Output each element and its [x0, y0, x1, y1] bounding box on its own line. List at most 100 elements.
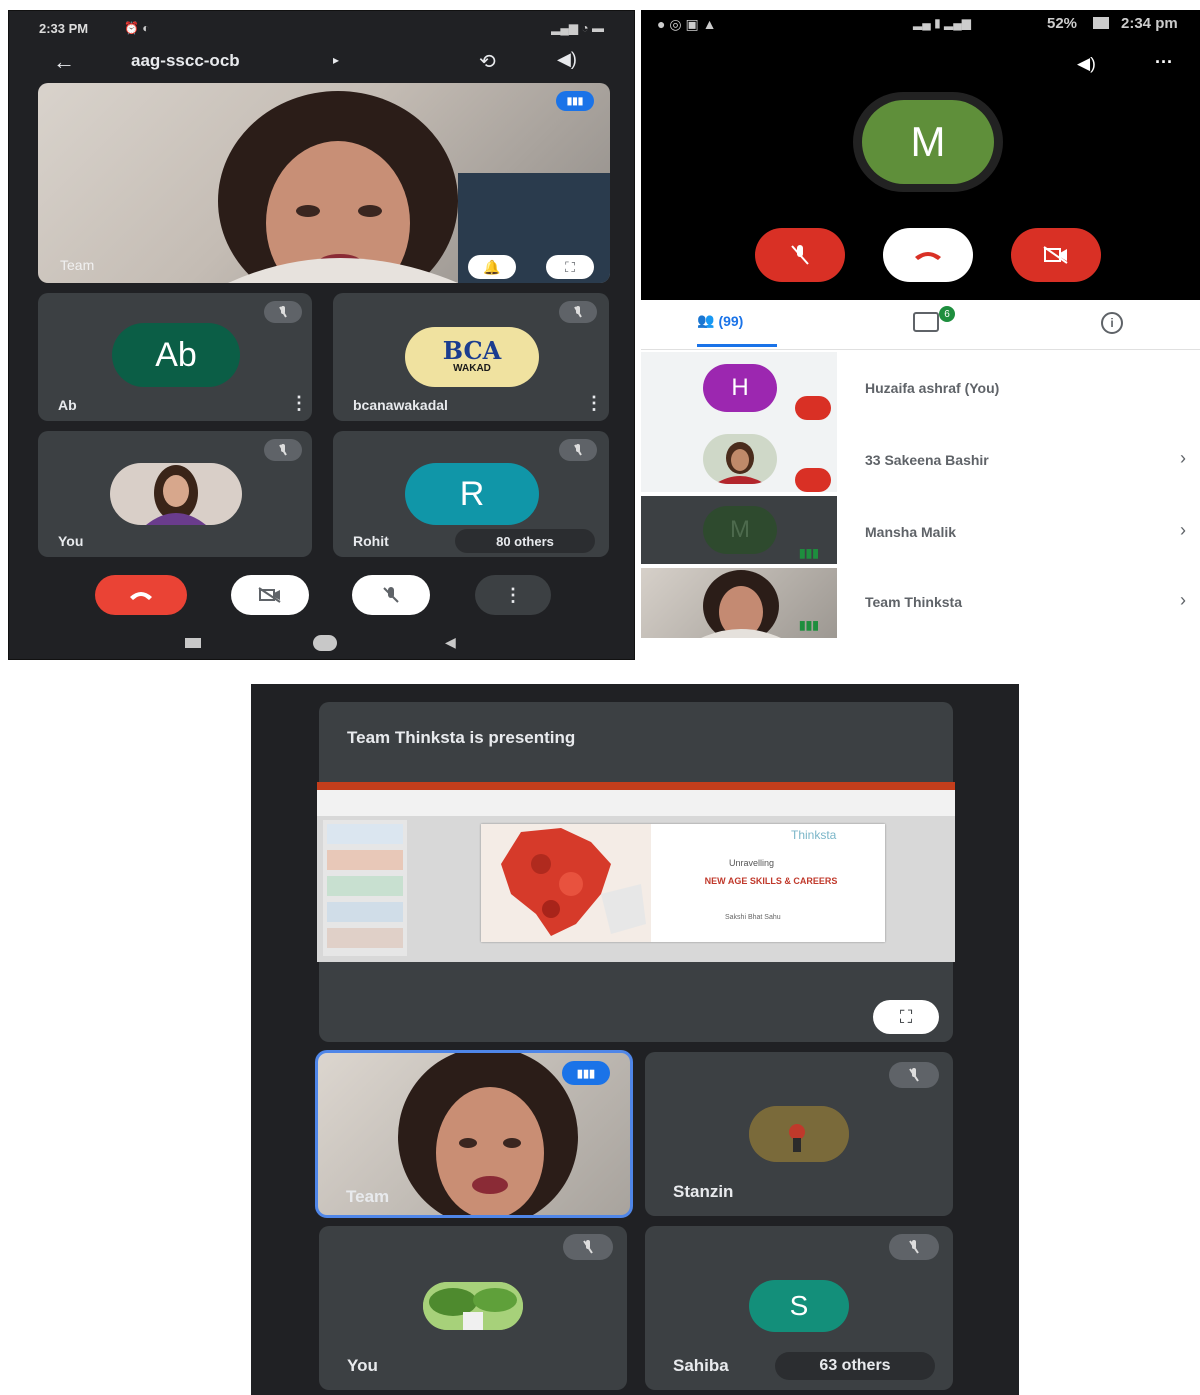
- speaker-icon[interactable]: ◀): [557, 49, 577, 70]
- fullscreen-icon[interactable]: ⛶: [546, 255, 594, 279]
- meeting-code[interactable]: aag-sscc-ocb: [131, 51, 240, 71]
- participant-name: 33 Sakeena Bashir: [865, 452, 989, 468]
- mic-toggle-button[interactable]: [352, 575, 430, 615]
- chat-badge: 6: [939, 306, 955, 322]
- tab-people[interactable]: 👥 (99): [697, 312, 743, 329]
- ribbon-toolbar: [317, 790, 955, 816]
- tile-name: Rohit: [353, 533, 389, 549]
- participant-tile-ab[interactable]: Ab Ab ⋮: [38, 293, 312, 421]
- participant-name: Team Thinksta: [865, 594, 962, 610]
- fullscreen-icon[interactable]: ⛶: [873, 1000, 939, 1034]
- mic-off-icon: [889, 1062, 939, 1088]
- camera-off-icon: [258, 587, 281, 603]
- battery-icon: [1093, 17, 1109, 29]
- avatar: [423, 1282, 523, 1330]
- pin-icon[interactable]: 🔔: [468, 255, 516, 279]
- main-tile-name: Team: [60, 257, 95, 273]
- switch-camera-icon[interactable]: ⟲: [479, 49, 496, 74]
- speaking-indicator-icon: ▮▮▮: [556, 91, 594, 111]
- slide-presenter: Sakshi Bhat Sahu: [725, 914, 781, 921]
- participants-panel: ● ◎ ▣ ▲ ▂▄ ▮ ▂▄▆ 52% 2:34 pm ◀) ··· M 👥 …: [641, 10, 1200, 638]
- notification-icons: ● ◎ ▣ ▲: [657, 16, 717, 32]
- shared-screen: Thinksta Unravelling NEW AGE SKILLS & CA…: [317, 782, 955, 962]
- self-avatar-ring: M: [853, 92, 1003, 192]
- participant-name: Huzaifa ashraf (You): [865, 380, 1000, 396]
- avatar: Ab: [112, 323, 240, 387]
- avatar: M: [703, 506, 777, 554]
- presenting-panel: Team Thinksta is presenting Thinksta Unr…: [251, 684, 1019, 1395]
- camera-off-icon: [1043, 246, 1068, 264]
- more-options-icon[interactable]: ⋮: [290, 393, 308, 414]
- end-call-button[interactable]: [95, 575, 187, 615]
- speaking-indicator-icon: ▮▮▮: [799, 618, 819, 632]
- end-call-button[interactable]: [883, 228, 973, 282]
- avatar: R: [405, 463, 539, 525]
- chat-icon[interactable]: [913, 312, 939, 332]
- participant-tile-stanzin[interactable]: Stanzin: [645, 1052, 953, 1216]
- back-nav-icon[interactable]: ◀: [445, 634, 456, 651]
- list-item[interactable]: 33 Sakeena Bashir ›: [641, 424, 1200, 496]
- slide-brand: Thinksta: [791, 828, 837, 842]
- presenting-label: Team Thinksta is presenting: [347, 728, 576, 747]
- mute-button[interactable]: [755, 228, 845, 282]
- mic-off-icon: [559, 301, 597, 323]
- tile-name: Sahiba: [673, 1356, 729, 1375]
- presenter-video: [218, 91, 610, 283]
- list-item[interactable]: ▮▮▮ Team Thinksta ›: [641, 568, 1200, 638]
- speaker-icon[interactable]: ◀): [1077, 54, 1096, 74]
- participant-tile-team[interactable]: ▮▮▮ Team: [315, 1050, 633, 1218]
- list-item[interactable]: H Huzaifa ashraf (You): [641, 352, 1200, 424]
- participant-tile-you[interactable]: You: [38, 431, 312, 557]
- main-video-tile[interactable]: Team ▮▮▮ 🔔 ⛶: [38, 83, 610, 283]
- slide-title: NEW AGE SKILLS & CAREERS: [704, 876, 838, 886]
- video-off-button[interactable]: [1011, 228, 1101, 282]
- signal-battery-icon: ▂▄▆ ◔ ▬: [551, 21, 604, 35]
- participant-tile-rohit[interactable]: R Rohit 80 others: [333, 431, 609, 557]
- list-item[interactable]: M ▮▮▮ Mansha Malik ›: [641, 496, 1200, 568]
- signal-icon: ▂▄ ▮ ▂▄▆: [913, 16, 971, 30]
- ribbon-bar: [317, 782, 955, 790]
- mic-off-icon: [264, 301, 302, 323]
- back-arrow-icon[interactable]: ←: [53, 49, 75, 75]
- tile-name: You: [347, 1356, 378, 1375]
- slide-map-image: [481, 824, 651, 942]
- mic-off-icon: [795, 468, 831, 492]
- camera-toggle-button[interactable]: [231, 575, 309, 615]
- info-icon[interactable]: i: [1101, 312, 1123, 334]
- recent-apps-icon[interactable]: [185, 638, 201, 648]
- participant-tile-bcanawakadal[interactable]: BCA WAKAD bcanawakadal ⋮: [333, 293, 609, 421]
- mic-off-icon: [889, 1234, 939, 1260]
- notification-icons: ⏰ ◐: [124, 21, 150, 35]
- phone-hangup-icon: [130, 592, 152, 600]
- chevron-right-icon[interactable]: ▸: [333, 53, 339, 67]
- others-count-badge[interactable]: 63 others: [775, 1352, 935, 1380]
- avatar: [703, 434, 777, 484]
- avatar: [749, 1106, 849, 1162]
- more-options-button[interactable]: ⋮: [475, 575, 551, 615]
- slide-kicker: Unravelling: [729, 858, 775, 868]
- phone-hangup-icon: [915, 252, 941, 260]
- tile-name: Ab: [58, 397, 77, 413]
- status-time: 2:34 pm: [1121, 15, 1178, 32]
- more-options-icon[interactable]: ···: [1155, 52, 1173, 73]
- presentation-tile[interactable]: Team Thinksta is presenting Thinksta Unr…: [317, 702, 955, 1042]
- participant-tile-you[interactable]: You: [319, 1226, 627, 1390]
- tab-indicator: [697, 344, 777, 347]
- self-avatar: M: [862, 100, 994, 184]
- chevron-right-icon[interactable]: ›: [1180, 590, 1186, 611]
- participant-tile-sahiba[interactable]: S Sahiba 63 others: [645, 1226, 953, 1390]
- others-count-badge[interactable]: 80 others: [455, 529, 595, 553]
- people-icon: 👥: [697, 312, 715, 328]
- chevron-right-icon[interactable]: ›: [1180, 448, 1186, 469]
- meet-call-panel: 2:33 PM ⏰ ◐ ▂▄▆ ◔ ▬ ← aag-sscc-ocb ▸ ⟲ ◀…: [8, 10, 635, 660]
- speaking-indicator-icon: ▮▮▮: [562, 1061, 610, 1085]
- tile-name: bcanawakadal: [353, 397, 448, 413]
- home-icon[interactable]: [313, 635, 337, 651]
- mic-off-icon: [791, 245, 809, 265]
- more-options-icon[interactable]: ⋮: [585, 393, 603, 414]
- chevron-right-icon[interactable]: ›: [1180, 520, 1186, 541]
- bca-logo: BCA WAKAD: [405, 327, 539, 387]
- status-time: 2:33 PM: [39, 21, 89, 36]
- avatar: [110, 463, 242, 525]
- tile-name: Stanzin: [673, 1182, 734, 1201]
